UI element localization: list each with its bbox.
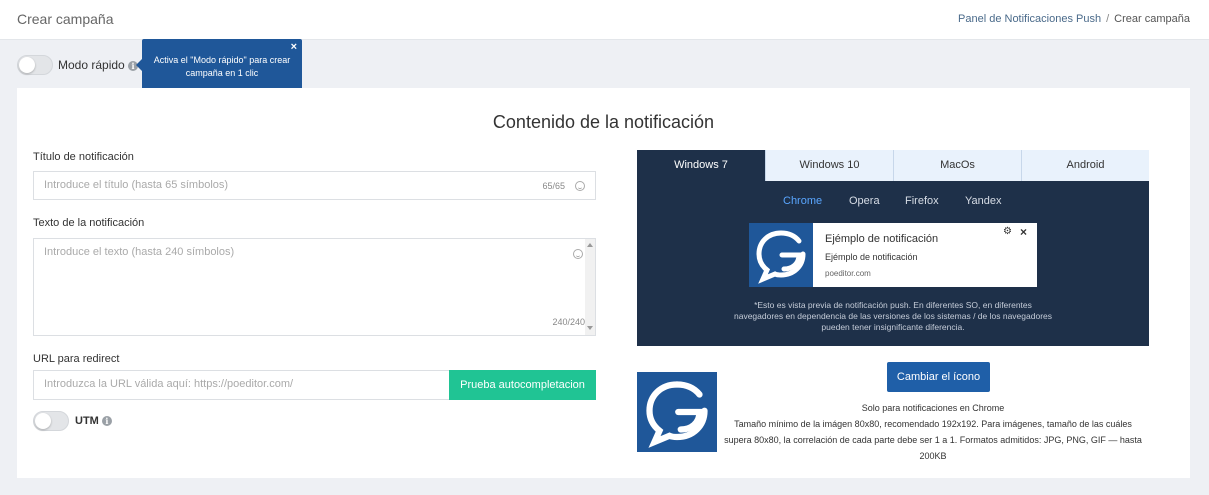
autocomplete-button[interactable]: Prueba autocompletacion (449, 370, 596, 400)
title-placeholder: Introduce el título (hasta 65 símbolos) (44, 179, 229, 191)
browser-tab-chrome[interactable]: Chrome (783, 195, 822, 207)
title-counter: 65/65 (542, 181, 565, 191)
utm-label-text: UTM (75, 415, 99, 427)
notification-title: Ejémplo de notificación (825, 233, 939, 245)
tooltip-close-icon[interactable]: × (291, 41, 297, 54)
tab-macos[interactable]: MacOs (893, 150, 1021, 181)
quick-mode-toggle[interactable] (17, 55, 53, 75)
tab-windows-7[interactable]: Windows 7 (637, 150, 765, 181)
utm-label: UTM i (75, 415, 112, 427)
title-label: Título de notificación (33, 151, 134, 163)
url-label: URL para redirect (33, 353, 120, 365)
scroll-up-icon[interactable] (587, 243, 593, 247)
change-icon-button[interactable]: Cambiar el ícono (887, 362, 990, 392)
notification-domain: poeditor.com (825, 269, 871, 278)
utm-toggle[interactable] (33, 411, 69, 431)
notification-preview: Windows 7 Windows 10 MacOs Android Chrom… (637, 150, 1149, 346)
text-textarea[interactable]: Introduce el texto (hasta 240 símbolos) … (33, 238, 596, 336)
toggle-knob (35, 413, 51, 429)
scroll-down-icon[interactable] (587, 326, 593, 330)
browser-tab-opera[interactable]: Opera (849, 195, 880, 207)
browser-tab-firefox[interactable]: Firefox (905, 195, 939, 207)
text-label: Texto de la notificación (33, 217, 145, 229)
os-tabs: Windows 7 Windows 10 MacOs Android (637, 150, 1149, 181)
title-input[interactable]: Introduce el título (hasta 65 símbolos) … (33, 171, 596, 200)
toggle-knob (19, 57, 35, 73)
content-card: Contenido de la notificación Título de n… (17, 88, 1190, 478)
emoji-icon[interactable] (575, 181, 585, 191)
quick-mode-label-text: Modo rápido (58, 58, 125, 72)
tab-android[interactable]: Android (1021, 150, 1149, 181)
breadcrumb-link-panel[interactable]: Panel de Notificaciones Push (958, 13, 1101, 25)
page-title: Crear campaña (17, 11, 114, 27)
emoji-icon[interactable] (573, 249, 583, 259)
url-input[interactable]: Introduzca la URL válida aquí: https://p… (33, 370, 451, 400)
info-icon[interactable]: i (101, 416, 112, 427)
quick-mode-tooltip: × Activa el "Modo rápido" para crear cam… (136, 39, 302, 91)
icon-requirements-line1: Solo para notificaciones en Chrome (861, 403, 1005, 413)
icon-requirements-line2: Tamaño mínimo de la imágen 80x80, recome… (724, 419, 1142, 461)
icon-requirements: Solo para notificaciones en Chrome Tamañ… (723, 400, 1143, 464)
breadcrumb-current: Crear campaña (1114, 13, 1190, 25)
tab-windows-10[interactable]: Windows 10 (765, 150, 893, 181)
current-icon-preview (637, 372, 717, 452)
text-placeholder: Introduce el texto (hasta 240 símbolos) (44, 246, 235, 258)
url-placeholder: Introduzca la URL válida aquí: https://p… (44, 378, 294, 390)
quick-mode-label: Modo rápido i (58, 58, 139, 72)
breadcrumb-separator: / (1106, 13, 1110, 25)
notification-body: Ejémplo de notificación (825, 252, 918, 262)
tooltip-text: Activa el "Modo rápido" para crear campa… (153, 55, 291, 78)
gear-icon[interactable]: ⚙ (1003, 226, 1012, 237)
section-title: Contenido de la notificación (492, 112, 715, 132)
breadcrumb: Panel de Notificaciones Push / Crear campa… (958, 13, 1190, 25)
browser-tab-yandex[interactable]: Yandex (965, 195, 1002, 207)
top-bar: Crear campaña Panel de Notificaciones Pu… (0, 0, 1209, 40)
preview-disclaimer: *Esto es vista previa de notificación pu… (733, 300, 1052, 332)
close-icon[interactable]: × (1020, 225, 1027, 239)
notification-card: Ejémplo de notificación Ejémplo de notif… (749, 223, 1037, 287)
notification-logo-icon (749, 223, 813, 287)
text-counter: 240/240 (552, 317, 585, 327)
textarea-scrollbar[interactable] (585, 239, 595, 335)
